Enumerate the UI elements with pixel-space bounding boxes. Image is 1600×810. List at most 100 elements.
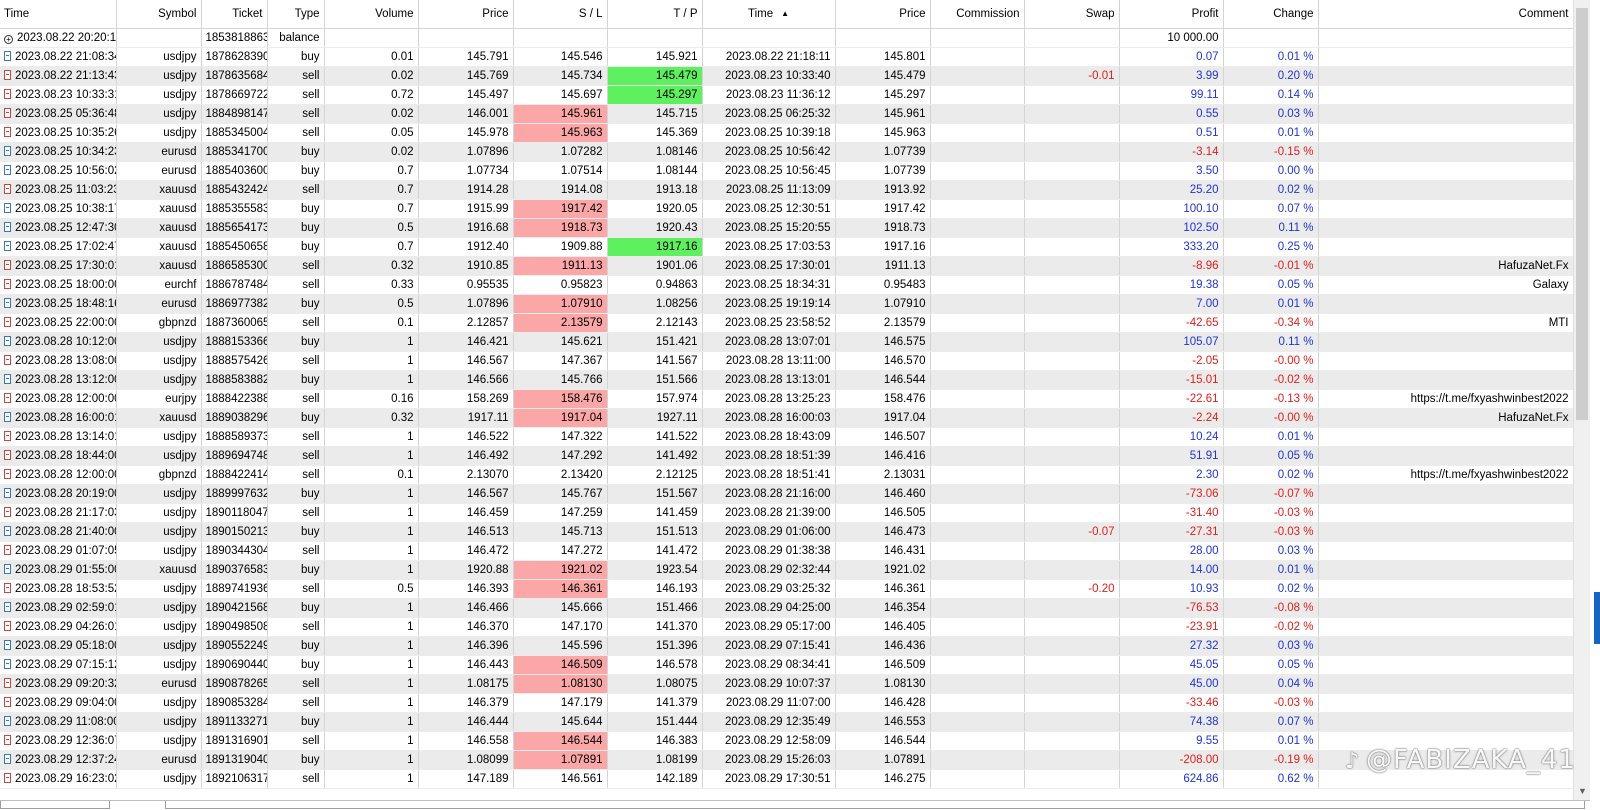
- cell-profit: 0.55: [1119, 104, 1224, 124]
- open-time-text: 2023.08.25 22:00:00: [15, 316, 116, 329]
- cell-commission: [930, 275, 1025, 295]
- cell-swap: [1024, 408, 1120, 428]
- table-row[interactable]: 2023.08.28 13:14:01 usdjpy 1888589373 sell 1…: [0, 427, 1573, 447]
- column-header-profit[interactable]: Profit: [1119, 0, 1224, 29]
- table-row[interactable]: 2023.08.28 21:40:00 usdjpy 1890150213 buy 1 1…: [0, 522, 1573, 542]
- column-header-price[interactable]: Price: [418, 0, 514, 29]
- table-row[interactable]: 2023.08.29 07:15:12 usdjpy 1890690440 buy 1 1…: [0, 655, 1573, 675]
- vertical-scrollbar[interactable]: ▼: [1573, 0, 1591, 800]
- table-row[interactable]: 2023.08.28 10:12:00 usdjpy 1888153366 buy 1 1…: [0, 332, 1573, 352]
- table-row[interactable]: 2023.08.29 12:36:07 usdjpy 1891316901 sell 1…: [0, 731, 1573, 751]
- column-header-swap[interactable]: Swap: [1024, 0, 1120, 29]
- column-header-volume[interactable]: Volume: [324, 0, 419, 29]
- column-header-change[interactable]: Change: [1223, 0, 1319, 29]
- column-header-time[interactable]: Time: [0, 0, 117, 29]
- cell-symbol: xauusd: [116, 408, 202, 428]
- table-row[interactable]: 2023.08.25 17:30:01 xauusd 1886585300 sell 0…: [0, 256, 1573, 276]
- cell-price: 146.566: [418, 370, 514, 390]
- table-row[interactable]: 2023.08.29 05:18:00 usdjpy 1890552249 buy 1 1…: [0, 636, 1573, 656]
- column-header-ticket[interactable]: Ticket: [201, 0, 268, 29]
- cell-change: 0.01 %: [1223, 427, 1319, 447]
- cell-commission: [930, 408, 1025, 428]
- table-row[interactable]: 2023.08.28 13:12:00 usdjpy 1888583882 buy 1 1…: [0, 370, 1573, 390]
- cell-commission: [930, 123, 1025, 143]
- table-row[interactable]: 2023.08.23 10:33:31 usdjpy 1878669722 sell 0…: [0, 85, 1573, 105]
- open-time-text: 2023.08.29 16:23:02: [15, 772, 116, 785]
- table-row[interactable]: 2023.08.29 02:59:01 usdjpy 1890421568 buy 1 1…: [0, 598, 1573, 618]
- cell-price: 1920.88: [418, 560, 514, 580]
- cell-tp: 1.08144: [607, 161, 703, 181]
- scrollbar-thumb[interactable]: [1576, 8, 1588, 420]
- table-row[interactable]: 2023.08.28 18:53:52 usdjpy 1889741936 sell 0…: [0, 579, 1573, 599]
- cell-symbol: usdjpy: [116, 617, 202, 637]
- column-header-price2[interactable]: Price: [835, 0, 931, 29]
- buy-deal-icon: [4, 297, 11, 308]
- table-row[interactable]: 2023.08.28 12:00:00 eurjpy 1888422388 sell 0…: [0, 389, 1573, 409]
- column-header-time2[interactable]: Time ▲: [702, 0, 836, 29]
- table-row[interactable]: 2023.08.29 04:26:01 usdjpy 1890498508 sell 1…: [0, 617, 1573, 637]
- cell-price: 1910.85: [418, 256, 514, 276]
- open-time-text: 2023.08.25 10:38:17: [15, 202, 116, 215]
- scroll-down-arrow-icon[interactable]: ▼: [1574, 783, 1591, 800]
- cell-volume: 0.1: [324, 313, 419, 333]
- table-row[interactable]: 2023.08.25 12:47:30 xauusd 1885654173 buy 0.…: [0, 218, 1573, 238]
- table-row[interactable]: 2023.08.28 20:19:00 usdjpy 1889997632 buy 1 1…: [0, 484, 1573, 504]
- cell-tp: 141.492: [607, 446, 703, 466]
- table-row[interactable]: 2023.08.29 09:04:00 usdjpy 1890853284 sell 1…: [0, 693, 1573, 713]
- table-row[interactable]: 2023.08.25 10:56:02 eurusd 1885403600 buy 0.…: [0, 161, 1573, 181]
- cell-price: 145.769: [418, 66, 514, 86]
- cell-symbol: gbpnzd: [116, 313, 202, 333]
- table-row[interactable]: 2023.08.25 17:02:47 xauusd 1885450658 buy 0.…: [0, 237, 1573, 257]
- column-header-symbol[interactable]: Symbol: [116, 0, 202, 29]
- table-row[interactable]: 2023.08.29 09:20:32 eurusd 1890878265 sell 1…: [0, 674, 1573, 694]
- cell-ticket: 1888589373: [201, 427, 268, 447]
- cell-change: -0.03 %: [1223, 503, 1319, 523]
- table-row[interactable]: 2023.08.25 18:00:00 eurchf 1886787484 sell 0…: [0, 275, 1573, 295]
- column-header-comment[interactable]: Comment: [1318, 0, 1573, 29]
- table-row[interactable]: 2023.08.28 12:00:00 gbpnzd 1888422414 sell 0…: [0, 465, 1573, 485]
- table-row[interactable]: 2023.08.29 01:07:05 usdjpy 1890344304 sell 1…: [0, 541, 1573, 561]
- table-row[interactable]: 2023.08.25 10:35:26 usdjpy 1885345004 sell 0…: [0, 123, 1573, 143]
- cell-tp: 1913.18: [607, 180, 703, 200]
- cell-commission: [930, 104, 1025, 124]
- open-time-text: 2023.08.29 11:08:00: [15, 715, 116, 728]
- table-row[interactable]: 2023.08.25 10:38:17 xauusd 1885355583 buy 0.…: [0, 199, 1573, 219]
- column-header-sl[interactable]: S / L: [513, 0, 608, 29]
- cell-price: 1914.28: [418, 180, 514, 200]
- table-row[interactable]: 2023.08.25 18:48:16 eurusd 1886977382 buy 0.…: [0, 294, 1573, 314]
- table-row[interactable]: 2023.08.29 11:08:00 usdjpy 1891133271 buy 1 1…: [0, 712, 1573, 732]
- table-row[interactable]: 2023.08.29 01:55:00 xauusd 1890376583 buy 1 1…: [0, 560, 1573, 580]
- cell-symbol: eurusd: [116, 674, 202, 694]
- balance-row[interactable]: +2023.08.22 20:20:12 1853818863 balance …: [0, 28, 1573, 48]
- table-row[interactable]: 2023.08.29 16:23:02 usdjpy 1892106317 sell 1…: [0, 769, 1573, 789]
- column-header-tp[interactable]: T / P: [607, 0, 703, 29]
- table-row[interactable]: 2023.08.28 21:17:03 usdjpy 1890118047 sell 1…: [0, 503, 1573, 523]
- cell-type: sell: [267, 351, 325, 371]
- cell-swap: -0.01: [1024, 66, 1120, 86]
- column-header-commission[interactable]: Commission: [930, 0, 1025, 29]
- cell-time2: 2023.08.25 15:20:55: [702, 218, 836, 238]
- cell-commission: [930, 522, 1025, 542]
- cell-price2: 1921.02: [835, 560, 931, 580]
- cell-comment: [1318, 693, 1573, 713]
- table-row[interactable]: 2023.08.22 21:13:43 usdjpy 1878635684 sell 0…: [0, 66, 1573, 86]
- table-row[interactable]: 2023.08.28 18:44:00 usdjpy 1889694748 sell 1…: [0, 446, 1573, 466]
- sell-deal-icon: [4, 183, 11, 194]
- table-row[interactable]: 2023.08.25 22:00:00 gbpnzd 1887360065 sell 0…: [0, 313, 1573, 333]
- open-time-text: 2023.08.25 10:34:23: [15, 145, 116, 158]
- cell-ticket: 1887360065: [201, 313, 268, 333]
- table-row[interactable]: 2023.08.28 16:00:01 xauusd 1889038296 buy 0.…: [0, 408, 1573, 428]
- table-row[interactable]: 2023.08.25 05:36:48 usdjpy 1884898147 sell 0…: [0, 104, 1573, 124]
- cell-time: 2023.08.29 07:15:12: [0, 655, 117, 675]
- cell-change: 0.14 %: [1223, 85, 1319, 105]
- cell-tp: 141.459: [607, 503, 703, 523]
- cell-sl: 0.95823: [513, 275, 608, 295]
- cell-change: -0.13 %: [1223, 389, 1319, 409]
- table-row[interactable]: 2023.08.28 13:08:00 usdjpy 1888575426 sell 1…: [0, 351, 1573, 371]
- table-row[interactable]: 2023.08.25 11:03:23 xauusd 1885432424 sell 0…: [0, 180, 1573, 200]
- table-row[interactable]: 2023.08.29 12:37:24 eurusd 1891319040 buy 1 1…: [0, 750, 1573, 770]
- table-row[interactable]: 2023.08.22 21:08:34 usdjpy 1878628390 buy 0.…: [0, 47, 1573, 67]
- table-row[interactable]: 2023.08.25 10:34:23 eurusd 1885341700 buy 0.…: [0, 142, 1573, 162]
- column-header-type[interactable]: Type: [267, 0, 325, 29]
- horizontal-scrollbar-track[interactable]: [165, 801, 1585, 809]
